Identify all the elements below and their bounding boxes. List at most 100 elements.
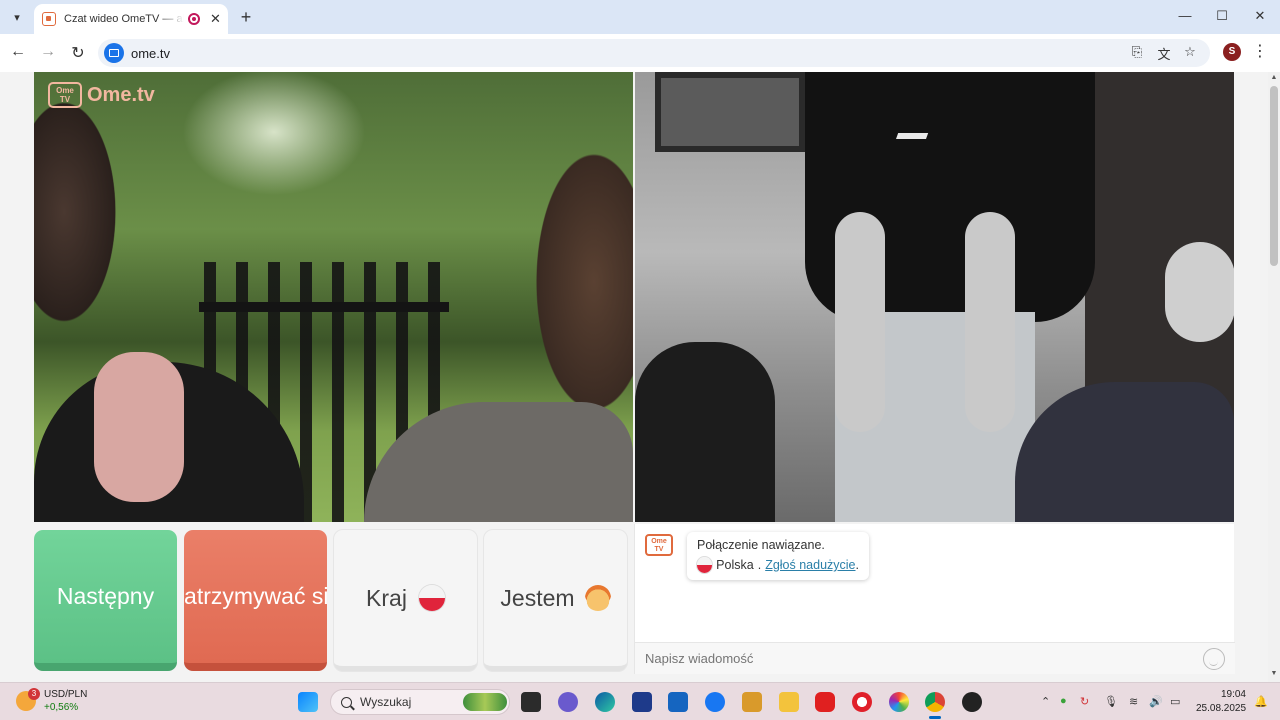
address-bar[interactable]: ome.tv ⎘ 文 ☆ <box>98 39 1210 67</box>
country-button[interactable]: Kraj <box>334 530 477 671</box>
tab-close-icon[interactable]: ✕ <box>210 11 221 27</box>
start-windows-icon[interactable] <box>298 692 318 712</box>
browser-menu-icon[interactable]: ⋮ <box>1252 41 1268 61</box>
message-input[interactable] <box>645 651 1185 666</box>
gender-button[interactable]: Jestem <box>484 530 627 671</box>
search-label: Wyszukaj <box>360 695 412 709</box>
clock[interactable]: 19:04 25.08.2025 <box>1196 688 1246 716</box>
ticker-change: +0,56% <box>44 702 79 713</box>
obs-icon[interactable] <box>962 692 982 712</box>
tab-strip: ▾ Czat wideo OmeTV — alternatywa ✕ + — ☐… <box>0 0 1280 34</box>
wifi-icon[interactable]: ≋ <box>1129 695 1138 708</box>
stop-button[interactable]: Zatrzymywać się <box>184 530 327 671</box>
ometv-logo: Ome TV Ome.tv <box>48 82 155 108</box>
chrome-icon[interactable] <box>925 692 945 712</box>
browser-tab[interactable]: Czat wideo OmeTV — alternatywa ✕ <box>34 4 228 34</box>
chat-badge-line1: Ome <box>651 538 667 545</box>
volume-icon[interactable]: 🔊 <box>1149 695 1163 708</box>
fence-rail-scene <box>199 302 449 312</box>
tab-title: Czat wideo OmeTV — alternatywa <box>64 13 184 25</box>
clock-time: 19:04 <box>1220 689 1246 700</box>
photo-app-icon[interactable] <box>742 692 762 712</box>
ometv-logo-text: Ome.tv <box>87 83 155 106</box>
search-highlight-art <box>463 693 507 711</box>
file-explorer-icon[interactable] <box>779 692 799 712</box>
install-app-icon[interactable]: ⎘ <box>1128 44 1146 60</box>
facebook-icon[interactable] <box>705 692 725 712</box>
arm-right-scene <box>965 212 1015 432</box>
photos-icon[interactable] <box>889 692 909 712</box>
boy-emoji-icon <box>584 585 611 611</box>
new-tab-button[interactable]: + <box>236 7 256 28</box>
reload-button[interactable]: ↻ <box>68 43 88 63</box>
emoji-picker-icon[interactable] <box>1203 648 1225 670</box>
head-right-scene <box>1165 242 1234 342</box>
stop-button-label: Zatrzymywać się <box>184 583 327 609</box>
opera-icon[interactable] <box>852 692 872 712</box>
logo-badge-line1: Ome <box>56 86 74 95</box>
chat-app-icon[interactable] <box>558 692 578 712</box>
maximize-button[interactable]: ☐ <box>1212 8 1232 24</box>
country-separator: . <box>757 558 762 572</box>
forward-button[interactable]: → <box>38 43 58 61</box>
next-button[interactable]: Następny <box>34 530 177 671</box>
gender-button-label: Jestem <box>500 584 575 611</box>
tab-favicon-icon <box>42 12 56 26</box>
l-app-icon[interactable] <box>632 692 652 712</box>
ometv-page: Ome TV Ome.tv Następny Zatrzymywać się K… <box>0 72 1280 682</box>
tray-overflow-icon[interactable]: ⌃ <box>1041 695 1050 708</box>
bookmark-star-icon[interactable]: ☆ <box>1181 44 1199 60</box>
minimize-button[interactable]: — <box>1175 8 1195 23</box>
clock-date: 25.08.2025 <box>1196 703 1247 714</box>
site-camera-icon[interactable] <box>104 43 124 63</box>
poland-mini-flag-icon <box>697 557 713 573</box>
report-abuse-link[interactable]: Zgłoś nadużycie <box>765 558 855 572</box>
taskbar-search[interactable]: Wyszukaj <box>330 689 510 715</box>
seated-person-left-scene <box>635 342 775 522</box>
task-view-icon[interactable] <box>521 692 541 712</box>
browser-toolbar: ← → ↻ ome.tv ⎘ 文 ☆ <box>0 34 1280 72</box>
logo-badge-line2: TV <box>59 95 71 104</box>
next-button-label: Następny <box>56 583 155 609</box>
profile-avatar[interactable]: S <box>1223 43 1241 61</box>
youtube-icon[interactable] <box>815 692 835 712</box>
translate-icon[interactable]: 文 <box>1155 44 1173 63</box>
windows-taskbar: 3 USD/PLN +0,56% Wyszukaj ⌃ ● ↻ 🎙 ≋ 🔊 ▭ … <box>0 682 1280 720</box>
tray-app-green-icon[interactable]: ● <box>1060 695 1067 707</box>
store-icon[interactable] <box>668 692 688 712</box>
country-button-label: Kraj <box>366 584 407 611</box>
notifications-bell-icon[interactable]: 🔔 <box>1254 695 1268 708</box>
widgets-icon: 3 <box>16 688 40 711</box>
chat-ometv-badge-icon: Ome TV <box>645 534 673 556</box>
chrome-active-indicator <box>929 716 941 719</box>
microphone-icon[interactable]: 🎙 <box>1104 695 1118 708</box>
chat-input-bar <box>635 642 1235 674</box>
arm-left-scene <box>835 212 885 432</box>
local-video: Ome TV Ome.tv <box>34 72 633 522</box>
poland-flag-icon <box>418 585 445 611</box>
edge-icon[interactable] <box>595 692 615 712</box>
chat-badge-line2: TV <box>654 546 664 553</box>
connected-text: Połączenie nawiązane. <box>697 538 825 552</box>
widgets-badge: 3 <box>28 688 40 700</box>
scroll-up-icon[interactable]: ▲ <box>1268 74 1280 81</box>
tab-search-chevron-icon[interactable]: ▾ <box>6 6 28 28</box>
wall-frame-scene <box>655 72 805 152</box>
remote-video <box>635 72 1234 522</box>
hand-scene <box>94 352 184 502</box>
close-window-button[interactable]: ✕ <box>1250 8 1270 24</box>
seated-person-right-scene <box>1015 382 1234 522</box>
url-text[interactable]: ome.tv <box>131 46 170 61</box>
ticker-name: USD/PLN <box>44 689 88 700</box>
scrollbar-thumb[interactable] <box>1270 86 1278 266</box>
tray-sync-icon[interactable]: ↻ <box>1080 695 1089 708</box>
country-line: Polska . Zgłoś nadużycie . <box>697 557 859 573</box>
scroll-down-icon[interactable]: ▼ <box>1268 670 1280 677</box>
battery-icon[interactable]: ▭ <box>1170 695 1180 708</box>
widgets-text: USD/PLN +0,56% <box>44 688 87 714</box>
search-icon <box>341 696 352 708</box>
chat-panel: Ome TV Połączenie nawiązane. Polska . Zg… <box>634 524 1235 674</box>
back-button[interactable]: ← <box>8 43 28 61</box>
widgets-button[interactable]: 3 USD/PLN +0,56% <box>16 688 87 714</box>
report-period: . <box>855 558 859 572</box>
